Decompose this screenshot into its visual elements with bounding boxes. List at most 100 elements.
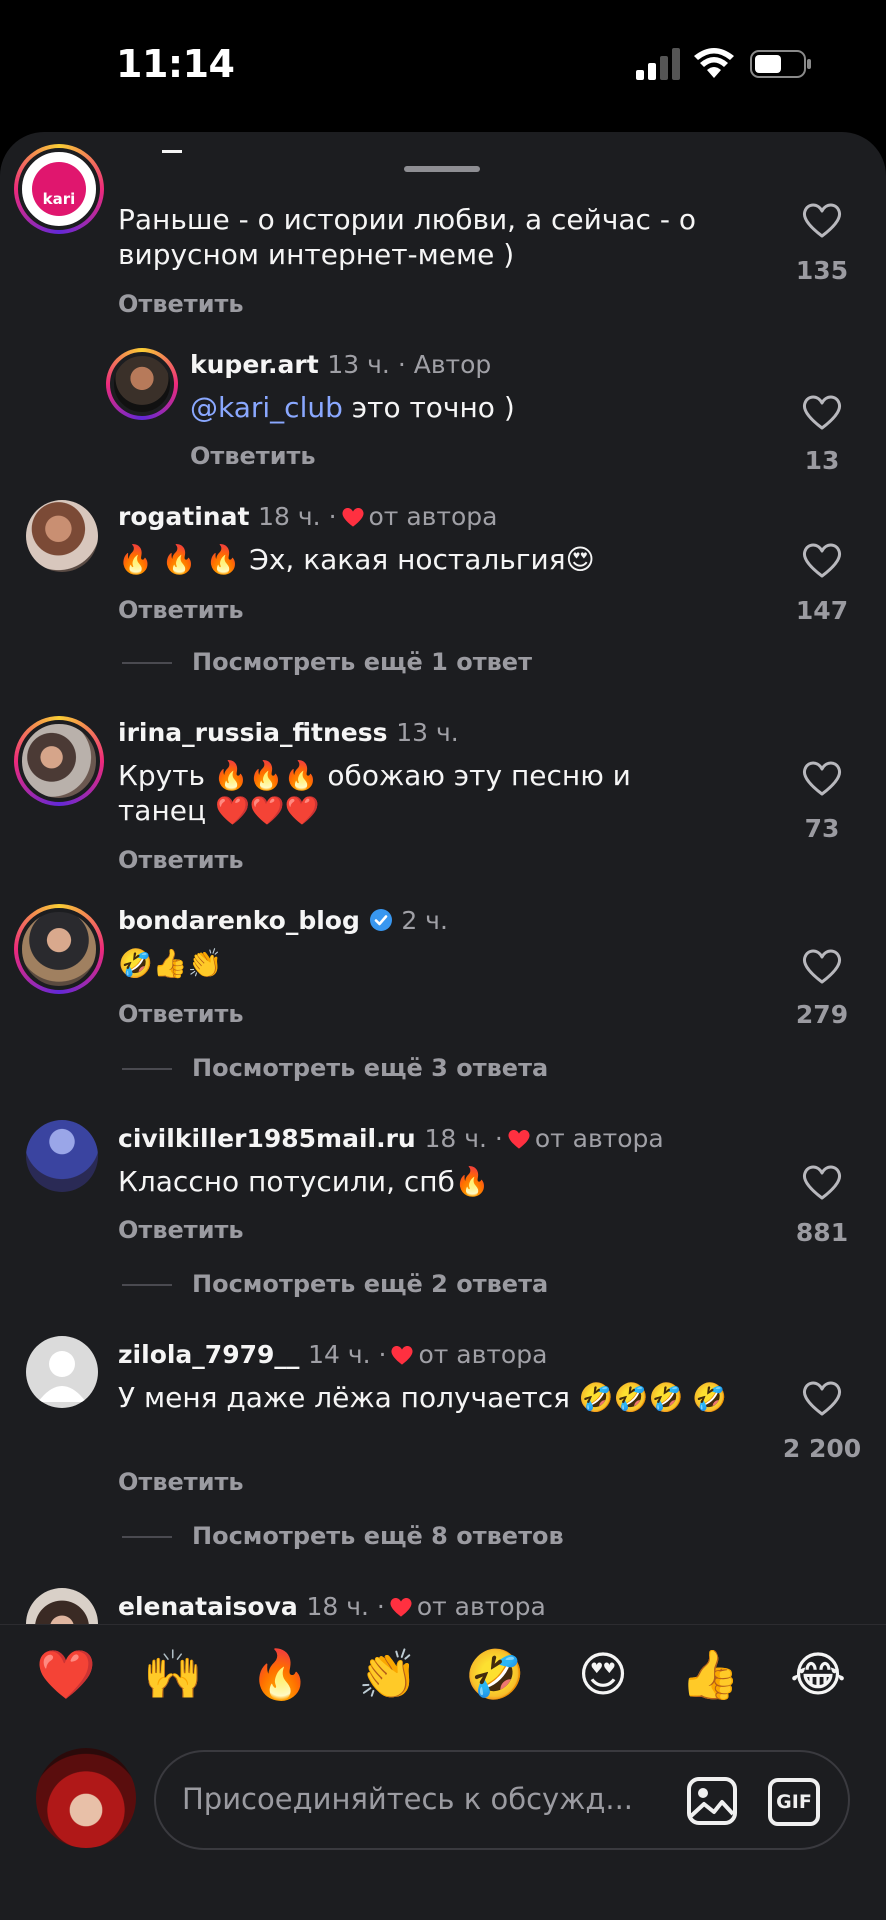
comment-meta-time: 18 ч. · [258,502,337,531]
reaction-clap[interactable]: 👏 [358,1645,418,1705]
divider-line [122,1536,172,1538]
comment-username: rogatinat 18 ч. · от автора [118,502,497,531]
avatar[interactable] [26,1588,98,1624]
gif-picker-button[interactable]: GIF [768,1778,820,1826]
like-heart-icon[interactable] [802,760,842,796]
comment-text-body: это точно ) [351,391,515,424]
reaction-raised-hands[interactable]: 🙌 [143,1645,203,1705]
status-bar: 11:14 [0,0,886,130]
reply-button[interactable]: Ответить [118,290,244,318]
default-avatar-icon[interactable] [26,1336,98,1408]
reply-button[interactable]: Ответить [190,442,316,470]
comment-meta: 13 ч. · Автор [327,350,492,379]
username-text[interactable]: rogatinat [118,502,249,531]
comment-meta-time: 18 ч. · [424,1124,503,1153]
verified-badge-icon [369,909,392,931]
divider-line [122,662,172,664]
comment-meta-time: 18 ч. · [306,1592,385,1621]
reaction-rofl[interactable]: 🤣 [465,1645,525,1705]
comment-meta-author: от автора [418,1340,548,1369]
current-user-avatar [36,1748,136,1848]
author-liked-heart-icon [341,508,364,527]
kari-logo-text: kari [42,190,76,208]
like-count: 279 [795,1000,849,1029]
reaction-heart[interactable]: ❤️ [36,1645,96,1705]
comment-meta: 2 ч. [401,906,448,935]
comment-input-placeholder: Присоединяйтесь к обсужд... [182,1782,634,1816]
author-liked-heart-icon [391,1346,414,1365]
comment-composer: Присоединяйтесь к обсужд... GIF [0,1720,886,1920]
reply-button[interactable]: Ответить [118,1000,244,1028]
status-time: 11:14 [116,42,235,86]
comment-emoji: 🔥 🔥 🔥 [118,543,241,576]
mention-link[interactable]: @kari_club [190,391,343,424]
view-more-replies-button[interactable]: Посмотреть ещё 3 ответа [192,1054,548,1082]
comment-meta-time: 14 ч. · [308,1340,387,1369]
avatar[interactable] [14,716,104,806]
username-text[interactable]: irina_russia_fitness [118,718,387,747]
like-heart-icon[interactable] [802,1380,842,1416]
view-more-replies-button[interactable]: Посмотреть ещё 2 ответа [192,1270,548,1298]
comment-text: @kari_club это точно ) [190,390,750,425]
comment-text: 🤣👍👏 [118,947,223,980]
username-text[interactable]: bondarenko_blog [118,906,360,935]
quick-reactions-bar: ❤️ 🙌 🔥 👏 🤣 😍 👍 😂 [0,1624,886,1720]
comment-input[interactable]: Присоединяйтесь к обсужд... GIF [154,1750,850,1850]
view-more-replies-button[interactable]: Посмотреть ещё 1 ответ [192,648,532,676]
comment-text: У меня даже лёжа получается 🤣🤣🤣 🤣 [118,1381,728,1414]
comment-text: Круть 🔥🔥🔥 обожаю эту песню и танец ❤️❤️❤… [118,759,631,827]
like-heart-icon[interactable] [802,202,842,238]
comment-meta: 13 ч. [396,718,459,747]
username-text[interactable]: kuper.art [190,350,319,379]
comment-username: irina_russia_fitness 13 ч. [118,718,459,747]
username-text[interactable]: zilola_7979__ [118,1340,299,1369]
comment-meta-author: от автора [416,1592,546,1621]
reply-button[interactable]: Ответить [118,1468,244,1496]
like-count: 147 [795,596,849,625]
comment-meta-author: от автора [368,502,498,531]
comment-username: elenataisova 18 ч. · от автора [118,1592,546,1621]
reaction-fire[interactable]: 🔥 [250,1645,310,1705]
battery-icon [750,50,811,78]
image-picker-icon[interactable] [686,1776,738,1826]
avatar[interactable] [106,348,178,420]
comment-username: zilola_7979__ 14 ч. · от автора [118,1340,547,1369]
comment-text-body: Эх, какая ностальгия😍 [249,543,595,576]
comment-username: civilkiller1985mail.ru 18 ч. · от автора [118,1124,664,1153]
reply-button[interactable]: Ответить [118,1216,244,1244]
like-heart-icon[interactable] [802,394,842,430]
avatar[interactable] [26,1120,98,1192]
reaction-tears-of-joy[interactable]: 😂 [788,1645,848,1705]
like-count: 73 [804,814,840,843]
divider-line [122,1068,172,1070]
comment-username: kuper.art 13 ч. · Автор [190,350,491,379]
reaction-heart-eyes[interactable]: 😍 [573,1645,633,1705]
comments-list[interactable]: kari Раньше - о истории любви, а сейчас … [0,132,886,1624]
reaction-thumbs-up[interactable]: 👍 [680,1645,740,1705]
comment-text: Раньше - о истории любви, а сейчас - о в… [118,203,696,271]
comment-username: bondarenko_blog 2 ч. [118,906,448,935]
comment-text: Классно потусили, спб🔥 [118,1165,490,1198]
comments-sheet: kari Раньше - о истории любви, а сейчас … [0,132,886,1920]
like-count: 2 200 [782,1434,862,1463]
like-heart-icon[interactable] [802,1164,842,1200]
cellular-signal-icon [636,48,680,80]
username-text[interactable]: elenataisova [118,1592,298,1621]
divider-line [122,1284,172,1286]
like-heart-icon[interactable] [802,948,842,984]
wifi-icon [694,48,734,78]
like-count: 13 [804,446,840,475]
like-count: 135 [795,256,849,285]
avatar[interactable] [14,904,104,994]
comment-text: 🔥 🔥 🔥 Эх, какая ностальгия😍 [118,542,758,577]
like-count: 881 [795,1218,849,1247]
avatar[interactable] [26,500,98,572]
view-more-replies-button[interactable]: Посмотреть ещё 8 ответов [192,1522,564,1550]
author-liked-heart-icon [508,1130,530,1149]
comment-meta-author: от автора [534,1124,664,1153]
avatar[interactable]: kari [14,144,104,234]
reply-button[interactable]: Ответить [118,596,244,624]
username-text[interactable]: civilkiller1985mail.ru [118,1124,416,1153]
reply-button[interactable]: Ответить [118,846,244,874]
like-heart-icon[interactable] [802,542,842,578]
